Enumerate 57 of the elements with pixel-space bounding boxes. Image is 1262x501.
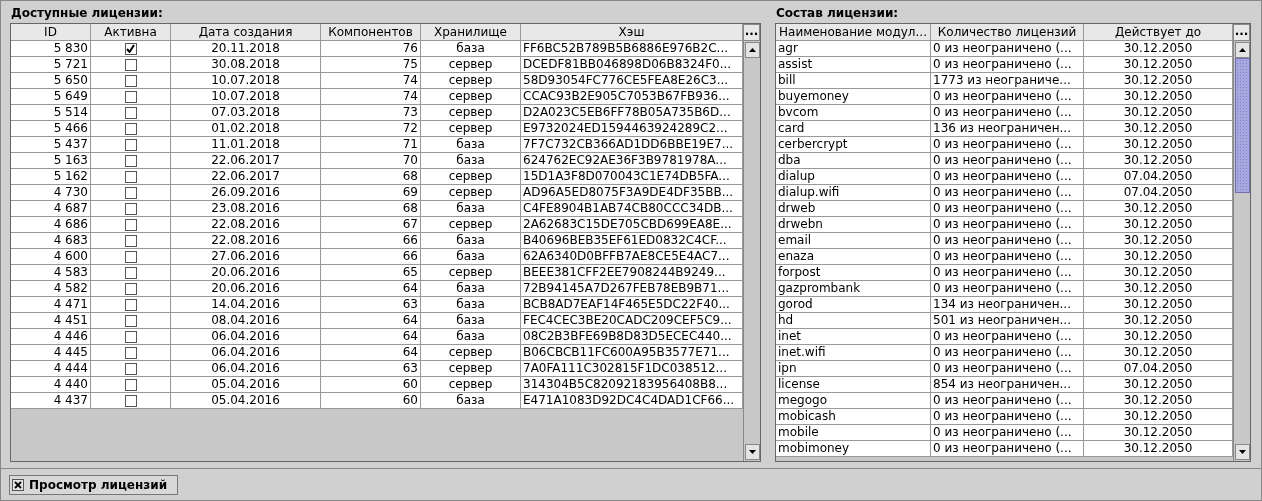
table-cell: E471A1083D92DC4C4DAD1CF66... <box>521 393 743 409</box>
close-icon[interactable] <box>12 479 24 491</box>
down-triangle-icon <box>748 450 756 454</box>
up-triangle-icon <box>748 48 756 52</box>
column-header[interactable]: Хранилище <box>421 24 521 41</box>
checkbox[interactable] <box>124 282 137 295</box>
table-cell: 30.12.2050 <box>1084 441 1233 457</box>
tab-label: Просмотр лицензий <box>29 477 168 494</box>
checkbox[interactable] <box>124 314 137 327</box>
column-menu-button[interactable]: ... <box>1233 24 1250 41</box>
column-header[interactable]: ID <box>11 24 91 41</box>
checkbox[interactable] <box>124 122 137 135</box>
checkbox[interactable] <box>124 362 137 375</box>
up-triangle-icon <box>1238 48 1246 52</box>
checkbox[interactable] <box>124 346 137 359</box>
table-cell: 4 437 <box>11 393 91 409</box>
checkbox[interactable] <box>124 186 137 199</box>
down-triangle-icon <box>1238 450 1246 454</box>
checkbox[interactable] <box>124 330 137 343</box>
checkbox[interactable] <box>124 218 137 231</box>
table-cell: mobimoney <box>776 441 931 457</box>
column-menu-button[interactable]: ... <box>743 24 760 41</box>
checkbox[interactable] <box>124 106 137 119</box>
column-header[interactable]: Действует до <box>1084 24 1233 41</box>
column-header[interactable]: Хэш <box>521 24 743 41</box>
scroll-up-button[interactable] <box>1234 42 1250 58</box>
checkbox[interactable] <box>124 138 137 151</box>
checkbox[interactable] <box>124 298 137 311</box>
tab[interactable]: Просмотр лицензий <box>9 475 179 495</box>
column-header[interactable]: Количество лицензий <box>931 24 1084 41</box>
checkbox[interactable] <box>124 234 137 247</box>
checkbox[interactable] <box>124 74 137 87</box>
checkbox[interactable] <box>124 250 137 263</box>
checkbox[interactable] <box>124 394 137 407</box>
checkbox[interactable] <box>124 170 137 183</box>
scroll-down-button[interactable] <box>1234 444 1250 460</box>
scrollbar-thumb[interactable] <box>1234 58 1250 193</box>
table-cell: 0 из неограничено (... <box>931 441 1084 457</box>
column-header[interactable]: Компонентов <box>321 24 421 41</box>
panel-title: Состав лицензии: <box>775 5 900 22</box>
checkbox[interactable] <box>124 42 137 55</box>
checkmark-icon <box>126 44 135 53</box>
column-header[interactable]: Активна <box>91 24 171 41</box>
table-cell: 05.04.2016 <box>171 393 321 409</box>
column-header[interactable]: Наименование модул... <box>776 24 931 41</box>
checkbox[interactable] <box>124 58 137 71</box>
table-cell: база <box>421 393 521 409</box>
checkbox[interactable] <box>124 90 137 103</box>
table-cell: 60 <box>321 393 421 409</box>
checkbox[interactable] <box>124 202 137 215</box>
scroll-up-button[interactable] <box>744 42 760 58</box>
checkbox[interactable] <box>124 154 137 167</box>
scroll-down-button[interactable] <box>744 444 760 460</box>
column-header[interactable]: Дата создания <box>171 24 321 41</box>
checkbox[interactable] <box>124 378 137 391</box>
panel-title: Доступные лицензии: <box>10 5 164 22</box>
checkbox[interactable] <box>124 266 137 279</box>
